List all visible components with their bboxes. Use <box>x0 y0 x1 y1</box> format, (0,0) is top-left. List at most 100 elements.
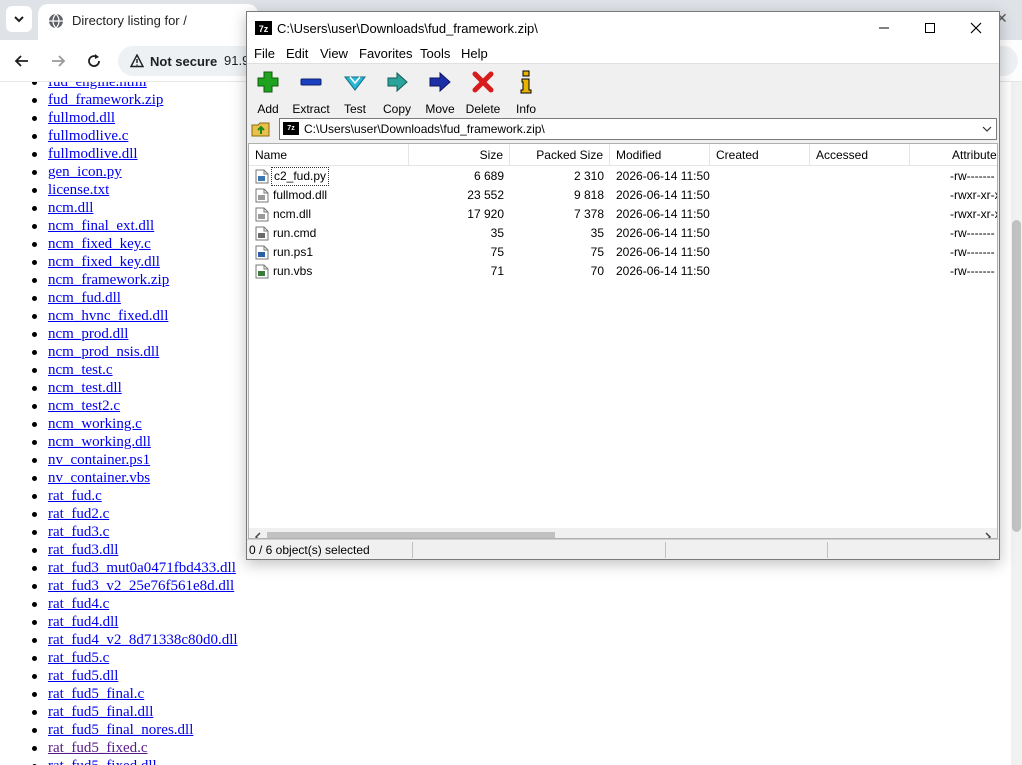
file-link[interactable]: nv_container.ps1 <box>48 452 150 468</box>
file-link[interactable]: rat_fud5_final.c <box>48 686 144 702</box>
list-item: fullmodlive.c <box>0 127 238 145</box>
file-name: fullmod.dll <box>273 188 328 202</box>
file-row[interactable]: c2_fud.py 6 689 2 310 2026-06-14 11:50 -rw--… <box>249 167 997 186</box>
file-link[interactable]: fullmod.dll <box>48 110 115 126</box>
column-accessed[interactable]: Accessed <box>810 144 910 166</box>
file-link[interactable]: nv_container.vbs <box>48 470 150 486</box>
column-modified[interactable]: Modified <box>610 144 710 166</box>
page-scroll-thumb[interactable] <box>1012 220 1021 532</box>
file-link[interactable]: rat_fud4.dll <box>48 614 118 630</box>
file-link[interactable]: rat_fud2.c <box>48 506 109 522</box>
horizontal-scrollbar[interactable] <box>249 528 997 539</box>
list-item: fud_framework.zip <box>0 91 238 109</box>
file-link[interactable]: ncm_working.c <box>48 416 142 432</box>
file-link[interactable]: license.txt <box>48 182 109 198</box>
file-link[interactable]: ncm_prod.dll <box>48 326 128 342</box>
file-link[interactable]: rat_fud.c <box>48 488 102 504</box>
file-link[interactable]: rat_fud4.c <box>48 596 109 612</box>
file-link[interactable]: rat_fud5_final_nores.dll <box>48 722 193 738</box>
file-link[interactable]: ncm_final_ext.dll <box>48 218 154 234</box>
file-row[interactable]: run.vbs 71 70 2026-06-14 11:50 -rw------- <box>249 262 997 281</box>
file-link[interactable]: ncm_working.dll <box>48 434 151 450</box>
file-link[interactable]: rat_fud5_fixed.dll <box>48 758 157 765</box>
scroll-left-icon[interactable] <box>254 532 262 539</box>
file-link[interactable]: ncm_framework.zip <box>48 272 169 288</box>
info-button[interactable]: Info <box>503 68 549 122</box>
file-link[interactable]: ncm_hvnc_fixed.dll <box>48 308 168 324</box>
list-item: ncm_working.dll <box>0 433 238 451</box>
file-link[interactable]: rat_fud4_v2_8d71338c80d0.dll <box>48 632 238 648</box>
file-link[interactable]: ncm_test.c <box>48 362 113 378</box>
file-link[interactable]: ncm.dll <box>48 200 93 216</box>
maximize-button[interactable] <box>907 12 953 44</box>
column-packed-size[interactable]: Packed Size <box>510 144 610 166</box>
list-item: ncm_fixed_key.dll <box>0 253 238 271</box>
file-link[interactable]: ncm_test2.c <box>48 398 120 414</box>
close-button[interactable] <box>953 12 999 44</box>
extract-icon <box>300 78 322 86</box>
chevron-down-icon <box>14 16 24 23</box>
column-size[interactable]: Size <box>409 144 510 166</box>
back-arrow-icon[interactable] <box>12 51 32 71</box>
menu-favorites[interactable]: Favorites <box>359 46 412 61</box>
file-row[interactable]: ncm.dll 17 920 7 378 2026-06-14 11:50 -rwxr-… <box>249 205 997 224</box>
file-link[interactable]: rat_fud5.c <box>48 650 109 666</box>
tab-search-button[interactable] <box>6 6 32 32</box>
menu-file[interactable]: File <box>254 46 275 61</box>
status-bar: 0 / 6 object(s) selected <box>247 539 999 559</box>
file-list[interactable]: Name Size Packed Size Modified Created A… <box>248 143 998 539</box>
file-link[interactable]: ncm_fixed_key.c <box>48 236 151 252</box>
file-link[interactable]: fullmodlive.dll <box>48 146 138 162</box>
ps1-file-icon <box>255 245 269 260</box>
menu-view[interactable]: View <box>320 46 348 61</box>
column-name[interactable]: Name <box>249 144 409 166</box>
file-attributes: -rw------- <box>950 245 995 259</box>
security-chip[interactable]: Not secure <box>130 52 217 70</box>
file-link[interactable]: rat_fud3_v2_25e76f561e8d.dll <box>48 578 234 594</box>
delete-icon <box>472 71 494 93</box>
file-link[interactable]: rat_fud3_mut0a0471fbd433.dll <box>48 560 236 576</box>
file-link[interactable]: ncm_test.dll <box>48 380 122 396</box>
file-link[interactable]: fud_framework.zip <box>48 92 163 108</box>
list-item: rat_fud2.c <box>0 505 238 523</box>
menu-tools[interactable]: Tools <box>420 46 450 61</box>
extract-button[interactable]: Extract <box>288 68 334 122</box>
reload-icon[interactable] <box>84 51 104 71</box>
path-combobox[interactable]: 7z C:\Users\user\Downloads\fud_framework… <box>279 118 997 140</box>
add-button[interactable]: Add <box>245 68 291 122</box>
file-link[interactable]: rat_fud3.dll <box>48 542 118 558</box>
window-titlebar[interactable]: 7z C:\Users\user\Downloads\fud_framework… <box>247 12 999 44</box>
list-item: rat_fud3_mut0a0471fbd433.dll <box>0 559 238 577</box>
column-attributes[interactable]: Attributes <box>946 144 997 166</box>
file-row[interactable]: run.ps1 75 75 2026-06-14 11:50 -rw------- <box>249 243 997 262</box>
file-link[interactable]: rat_fud5_fixed.c <box>48 740 148 756</box>
horizontal-scroll-thumb[interactable] <box>267 532 555 538</box>
move-button[interactable]: Move <box>417 68 463 122</box>
file-link[interactable]: ncm_prod_nsis.dll <box>48 344 159 360</box>
menu-help[interactable]: Help <box>461 46 488 61</box>
file-link[interactable]: ncm_fixed_key.dll <box>48 254 160 270</box>
file-link[interactable]: fullmodlive.c <box>48 128 128 144</box>
file-link[interactable]: rat_fud5_final.dll <box>48 704 153 720</box>
chevron-down-icon[interactable] <box>982 124 992 134</box>
file-link[interactable]: fud_engine.html <box>48 82 147 90</box>
browser-tab[interactable]: Directory listing for / <box>38 4 258 40</box>
column-created[interactable]: Created <box>710 144 810 166</box>
forward-arrow-icon[interactable] <box>48 51 68 71</box>
file-row[interactable]: run.cmd 35 35 2026-06-14 11:50 -rw------- <box>249 224 997 243</box>
copy-button[interactable]: Copy <box>374 68 420 122</box>
page-scrollbar[interactable] <box>1011 82 1022 765</box>
up-folder-icon[interactable] <box>251 120 271 138</box>
minimize-button[interactable] <box>861 12 907 44</box>
file-packed-size: 75 <box>590 245 604 259</box>
file-row[interactable]: fullmod.dll 23 552 9 818 2026-06-14 11:50 -r… <box>249 186 997 205</box>
scroll-right-icon[interactable] <box>984 532 992 539</box>
file-link[interactable]: rat_fud5.dll <box>48 668 118 684</box>
file-link[interactable]: gen_icon.py <box>48 164 122 180</box>
menu-edit[interactable]: Edit <box>286 46 308 61</box>
delete-button[interactable]: Delete <box>460 68 506 122</box>
test-icon <box>343 76 367 91</box>
test-button[interactable]: Test <box>332 68 378 122</box>
file-link[interactable]: ncm_fud.dll <box>48 290 121 306</box>
file-link[interactable]: rat_fud3.c <box>48 524 109 540</box>
